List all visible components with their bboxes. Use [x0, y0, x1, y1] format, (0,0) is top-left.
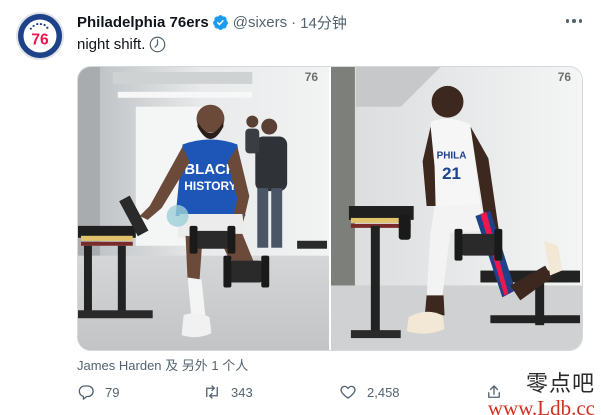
retweet-icon	[206, 385, 218, 399]
reply-count: 79	[105, 384, 120, 400]
tweet-text: night shift.	[77, 36, 166, 53]
author-name[interactable]: Philadelphia 76ers	[77, 14, 209, 31]
verified-badge-icon	[212, 14, 229, 31]
corner-logo-right: 76	[558, 70, 572, 84]
sixers-logo-icon: 76	[18, 14, 62, 58]
tweet-body: night shift.	[77, 36, 146, 53]
photo-harden[interactable]: BLACK HISTORY 76	[78, 67, 329, 350]
tagged-people-link[interactable]: James Harden 及 另外 1 个人	[77, 355, 248, 374]
heart-icon	[340, 385, 356, 399]
photo-embiid[interactable]: PHILA 21 76	[331, 67, 582, 350]
timestamp[interactable]: 14分钟	[300, 12, 347, 33]
shirt-text-line2: HISTORY	[184, 179, 236, 193]
watermark-top-text: 零点吧	[525, 372, 595, 397]
reply-button[interactable]: 79	[77, 383, 119, 401]
site-watermark: 零点吧 www.Ldb.cc	[488, 366, 595, 415]
author-handle[interactable]: @sixers	[233, 14, 287, 31]
clock-icon	[149, 36, 166, 53]
tweet-header: Philadelphia 76ers @sixers · 14分钟	[77, 12, 347, 32]
avatar-logo-text: 76	[31, 31, 49, 48]
reply-icon	[78, 385, 94, 400]
watermark-bottom-text: www.Ldb.cc	[487, 396, 595, 415]
separator-dot: ·	[291, 13, 297, 31]
jersey-team-text: PHILA	[437, 150, 467, 161]
more-options-icon[interactable]	[563, 12, 585, 30]
avatar[interactable]: 76	[16, 12, 64, 60]
jersey-number-text: 21	[442, 164, 461, 183]
like-button[interactable]: 2,458	[339, 383, 400, 401]
media-grid: BLACK HISTORY 76 PHILA 21 76	[77, 66, 583, 351]
like-count: 2,458	[367, 384, 400, 400]
corner-logo-left: 76	[305, 70, 319, 84]
retweet-button[interactable]: 343	[203, 383, 253, 401]
retweet-count: 343	[231, 384, 253, 400]
